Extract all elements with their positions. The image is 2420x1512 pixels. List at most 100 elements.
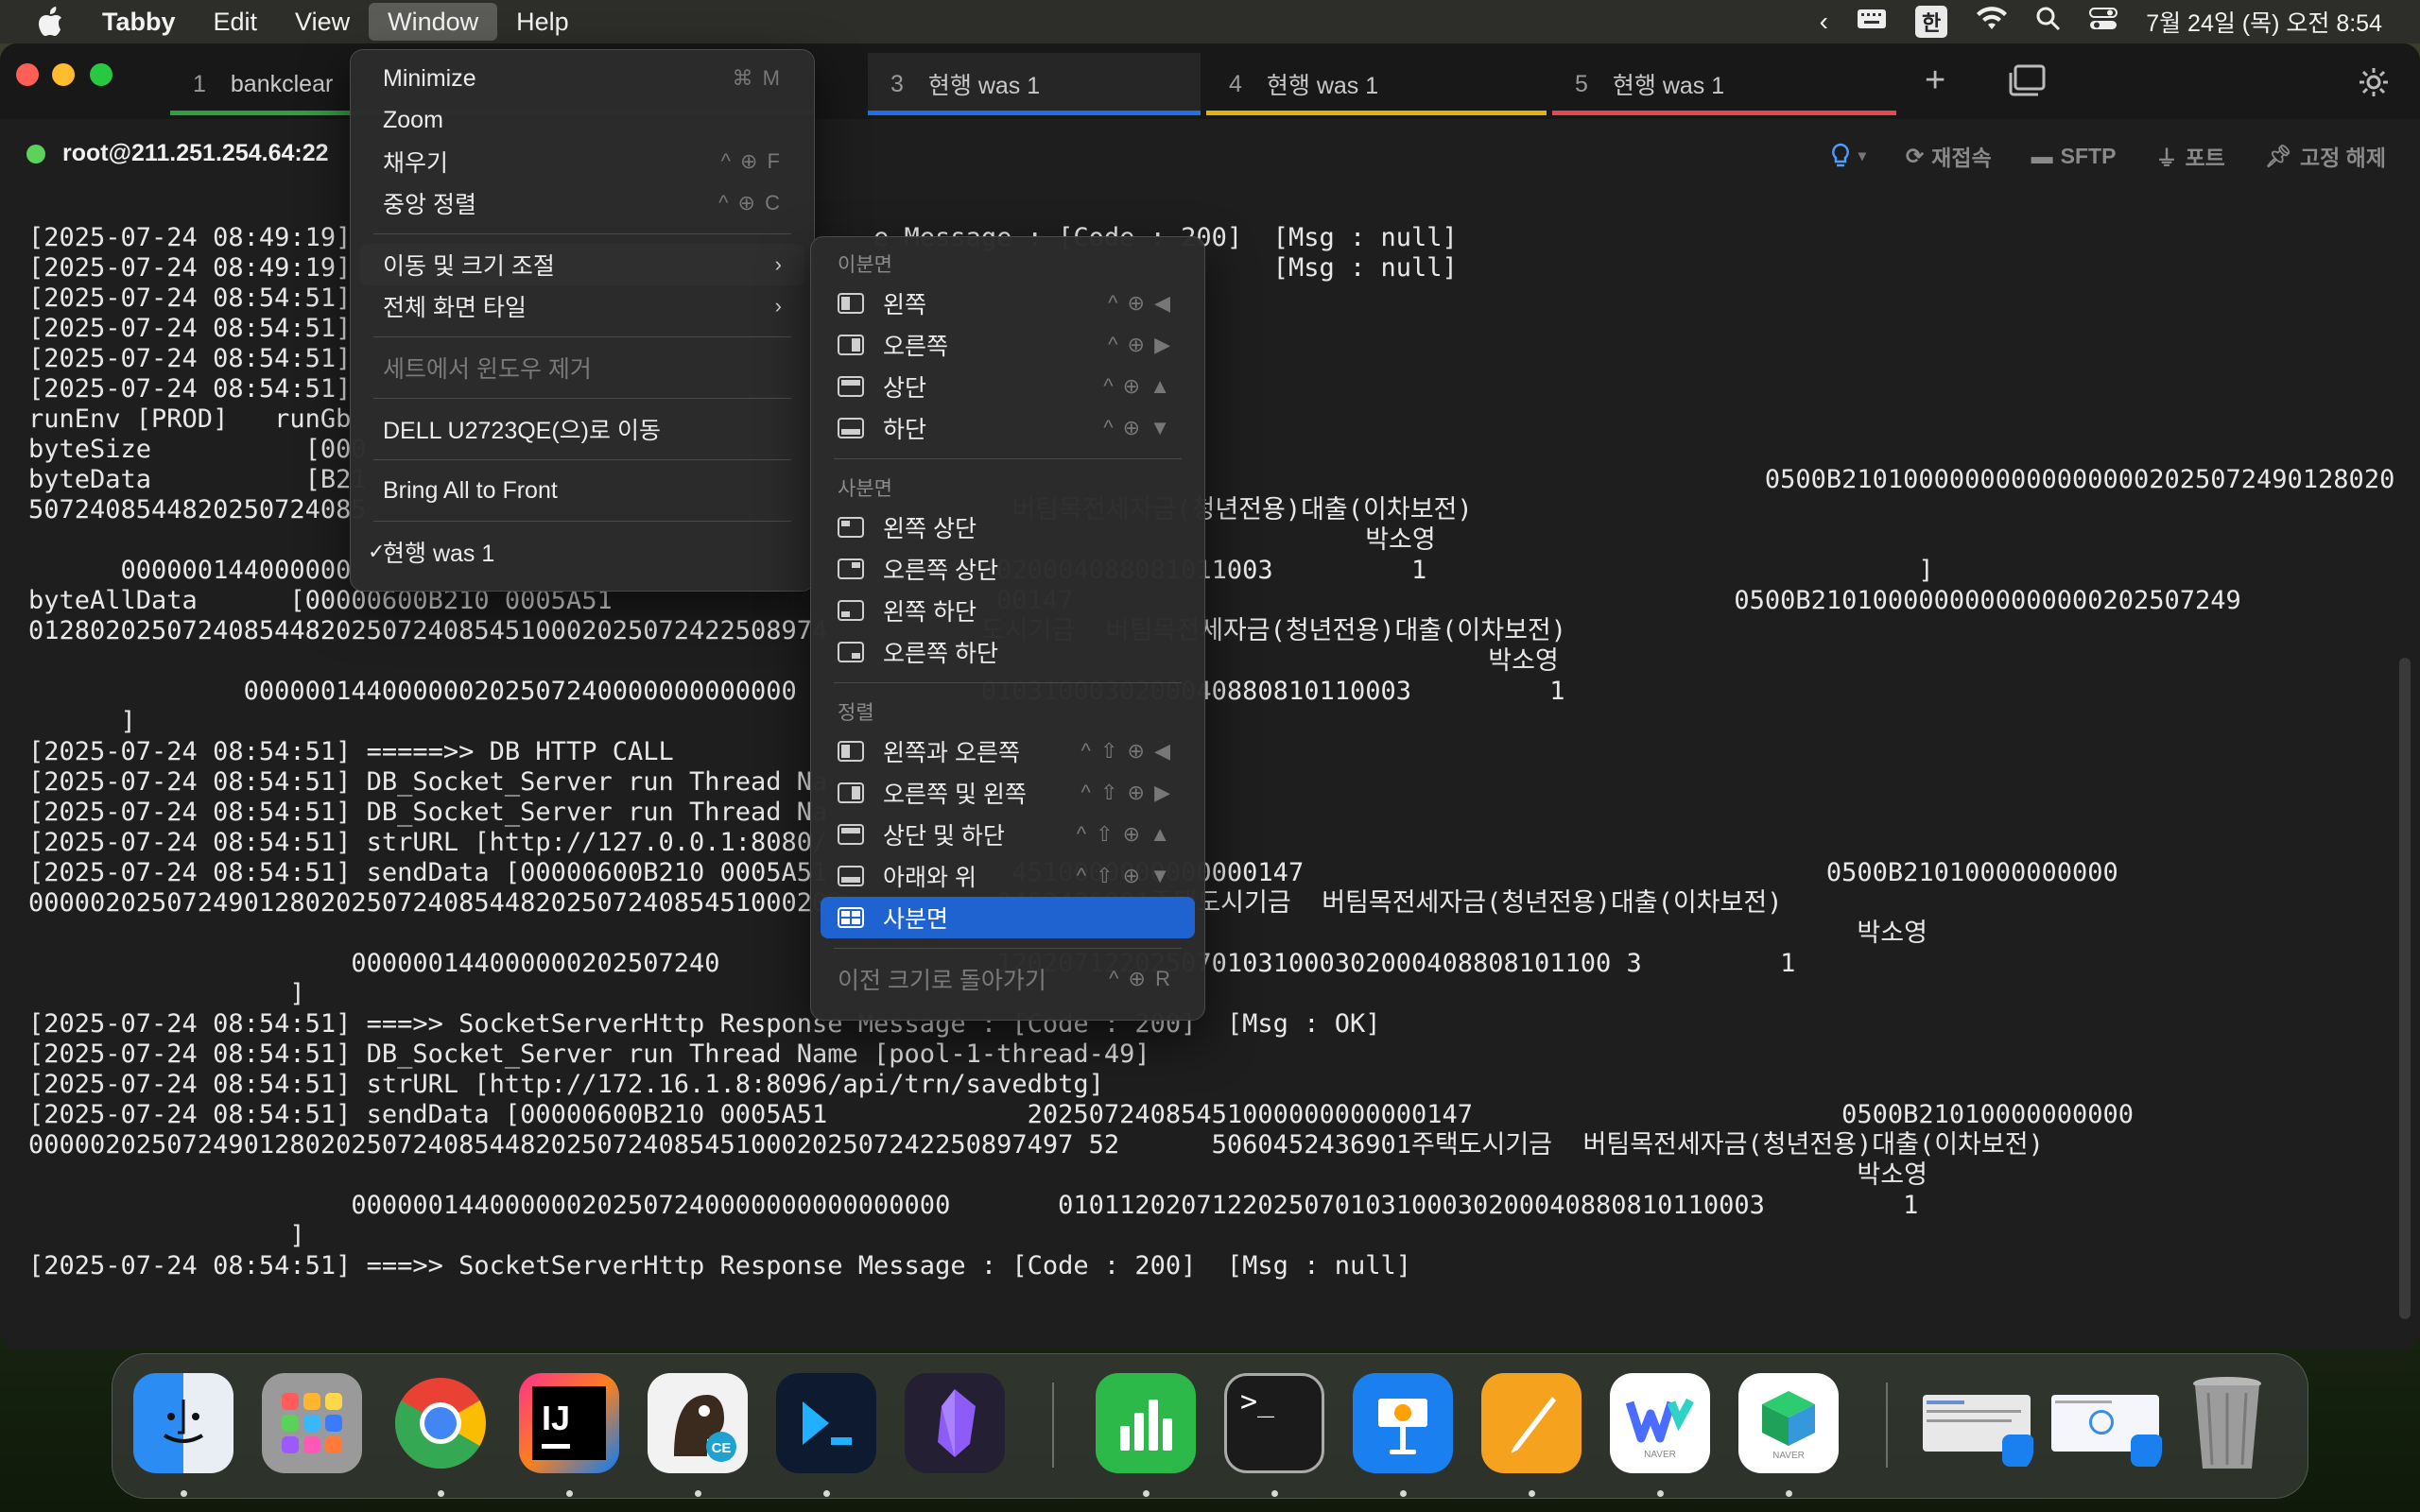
menu-window[interactable]: Window	[369, 3, 498, 41]
menu-item-label: 전체 화면 타일	[383, 295, 527, 321]
section-header-arrange: 정렬	[838, 702, 874, 724]
termius-icon[interactable]	[776, 1373, 876, 1473]
connection-status: root@211.251.254.64:22	[26, 140, 329, 167]
clock[interactable]: 7월 24일 (목) 오전 8:54	[2146, 5, 2382, 39]
menu-item-fullscreen-tile[interactable]: 전체 화면 타일 ›	[360, 285, 804, 327]
window-list-icon[interactable]	[2008, 64, 2046, 96]
submenu-item-top-left[interactable]: 왼쪽 상단	[821, 507, 1195, 548]
svg-text:CE: CE	[712, 1440, 732, 1456]
window-menu: Minimize ⌘ M Zoom 채우기 ^ ⊕ F 중앙 정렬 ^ ⊕ C …	[350, 49, 815, 592]
obsidian-icon[interactable]	[905, 1373, 1005, 1473]
settings-gear-icon[interactable]	[2358, 66, 2390, 98]
apple-icon[interactable]	[17, 7, 83, 37]
keynote-icon[interactable]	[1353, 1373, 1453, 1473]
sftp-button[interactable]: ▬ SFTP	[2031, 144, 2117, 169]
finder-icon[interactable]	[133, 1373, 233, 1473]
naver-whale-icon[interactable]: NAVER	[1610, 1373, 1710, 1473]
submenu-item-quarters[interactable]: 사분면	[821, 897, 1195, 938]
minimized-window-thumbnail[interactable]	[1920, 1373, 2033, 1473]
shortcut-label: ^ ⇧ ⊕ ▲	[1076, 822, 1172, 846]
menu-item-label: 오른쪽 상단	[883, 558, 998, 584]
menu-separator	[373, 459, 791, 460]
menu-item-label: 현행 was 1	[383, 541, 495, 567]
section-header-halves: 이분면	[838, 254, 892, 276]
shortcut-label: ^ ⊕ ◀	[1108, 291, 1172, 315]
menu-item-label: Bring All to Front	[383, 476, 558, 504]
dbeaver-icon[interactable]: CE	[648, 1373, 748, 1473]
shortcut-label: ^ ⊕ ▶	[1108, 333, 1172, 356]
svg-text:NAVER: NAVER	[1772, 1451, 1805, 1461]
menu-edit[interactable]: Edit	[195, 3, 277, 41]
running-indicator	[566, 1490, 573, 1497]
minimize-window-button[interactable]	[52, 63, 75, 86]
submenu-item-top[interactable]: 상단 ^ ⊕ ▲	[821, 366, 1195, 407]
tab-number: 3	[890, 70, 904, 97]
chevron-left-icon[interactable]: ‹	[1820, 7, 1828, 37]
search-icon[interactable]	[2036, 7, 2061, 38]
shortcut-label: ^ ⊕ R	[1109, 967, 1172, 990]
wifi-icon[interactable]	[1976, 6, 2008, 38]
menu-separator	[373, 233, 791, 234]
unpin-button[interactable]: 📌︎ 고정 해제	[2265, 140, 2386, 172]
menu-item-minimize[interactable]: Minimize ⌘ M	[360, 58, 804, 99]
pages-icon[interactable]	[1481, 1373, 1582, 1473]
menu-item-bring-all-to-front[interactable]: Bring All to Front	[360, 470, 804, 511]
naver-works-icon[interactable]: NAVER	[1738, 1373, 1839, 1473]
zoom-window-button[interactable]	[90, 63, 112, 86]
menu-view[interactable]: View	[276, 3, 369, 41]
menu-app-name[interactable]: Tabby	[83, 3, 195, 41]
control-center-icon[interactable]	[2089, 7, 2118, 38]
submenu-item-left-and-right[interactable]: 왼쪽과 오른쪽 ^ ⇧ ⊕ ◀	[821, 730, 1195, 772]
ports-button[interactable]: ⏚ 포트	[2155, 140, 2224, 172]
menu-separator	[373, 521, 791, 522]
sftp-label: SFTP	[2060, 143, 2117, 168]
launchpad-icon[interactable]	[262, 1373, 362, 1473]
close-window-button[interactable]	[16, 63, 39, 86]
running-indicator	[1529, 1490, 1535, 1497]
menu-item-window-current[interactable]: ✓ 현행 was 1	[360, 531, 804, 573]
menu-item-move-resize[interactable]: 이동 및 크기 조절 ›	[360, 244, 804, 285]
input-method-indicator[interactable]: 한	[1914, 6, 1948, 38]
menu-help[interactable]: Help	[497, 3, 588, 41]
menu-item-move-to-display[interactable]: DELL U2723QE(으)로 이동	[360, 408, 804, 450]
terminal-line: [2025-07-24 08:54:51] ===>> SocketServer…	[28, 1009, 1381, 1039]
new-tab-icon[interactable]: +	[1925, 60, 1945, 101]
menu-item-label: 오른쪽 하단	[883, 641, 998, 667]
tab-3[interactable]: 3 현행 was 1	[868, 53, 1201, 115]
keyboard-icon[interactable]	[1857, 8, 1887, 37]
submenu-item-bottom-left[interactable]: 왼쪽 하단	[821, 590, 1195, 631]
numbers-icon[interactable]	[1096, 1373, 1196, 1473]
tab-4[interactable]: 4 현행 was 1	[1206, 53, 1547, 115]
dock-separator	[1886, 1383, 1888, 1468]
bulb-icon[interactable]: ▾	[1830, 143, 1866, 169]
submenu-item-left[interactable]: 왼쪽 ^ ⊕ ◀	[821, 283, 1195, 324]
pin-icon: 📌︎	[2264, 143, 2292, 168]
submenu-item-right[interactable]: 오른쪽 ^ ⊕ ▶	[821, 324, 1195, 366]
menu-item-label: 왼쪽과 오른쪽	[883, 740, 1020, 766]
terminal-icon[interactable]: >_	[1224, 1373, 1324, 1473]
submenu-item-right-and-left[interactable]: 오른쪽 및 왼쪽 ^ ⇧ ⊕ ▶	[821, 772, 1195, 814]
submenu-item-top-right[interactable]: 오른쪽 상단	[821, 548, 1195, 590]
reconnect-label: 재접속	[1931, 146, 1992, 170]
menu-item-label: 이전 크기로 돌아가기	[838, 968, 1046, 994]
terminal-scrollbar[interactable]	[2399, 658, 2411, 1319]
submenu-item-bottom-right[interactable]: 오른쪽 하단	[821, 631, 1195, 673]
terminal-line: 000000144000000202507240 120207122025070…	[351, 949, 1796, 978]
menu-item-fill[interactable]: 채우기 ^ ⊕ F	[360, 141, 804, 182]
menu-separator	[834, 948, 1182, 949]
menu-item-center[interactable]: 중앙 정렬 ^ ⊕ C	[360, 182, 804, 224]
terminal-line: 0128020250724085448202507240854510002025…	[28, 616, 1567, 645]
submenu-item-bottom-and-top[interactable]: 아래와 위 ^ ⇧ ⊕ ▼	[821, 855, 1195, 897]
menu-item-zoom[interactable]: Zoom	[360, 99, 804, 141]
submenu-item-bottom[interactable]: 하단 ^ ⊕ ▼	[821, 407, 1195, 449]
menu-item-label: 왼쪽 상단	[883, 516, 977, 542]
trash-icon[interactable]	[2177, 1373, 2277, 1473]
intellij-idea-icon[interactable]: IJ	[519, 1373, 619, 1473]
reconnect-button[interactable]: ⟳ 재접속	[1906, 140, 1992, 172]
minimized-window-thumbnail[interactable]	[2048, 1373, 2162, 1473]
submenu-item-top-and-bottom[interactable]: 상단 및 하단 ^ ⇧ ⊕ ▲	[821, 814, 1195, 855]
menu-item-label: 채우기	[383, 150, 449, 177]
tab-5[interactable]: 5 현행 was 1	[1552, 53, 1896, 115]
shortcut-label: ^ ⊕ C	[718, 191, 782, 215]
chrome-icon[interactable]	[390, 1373, 491, 1473]
